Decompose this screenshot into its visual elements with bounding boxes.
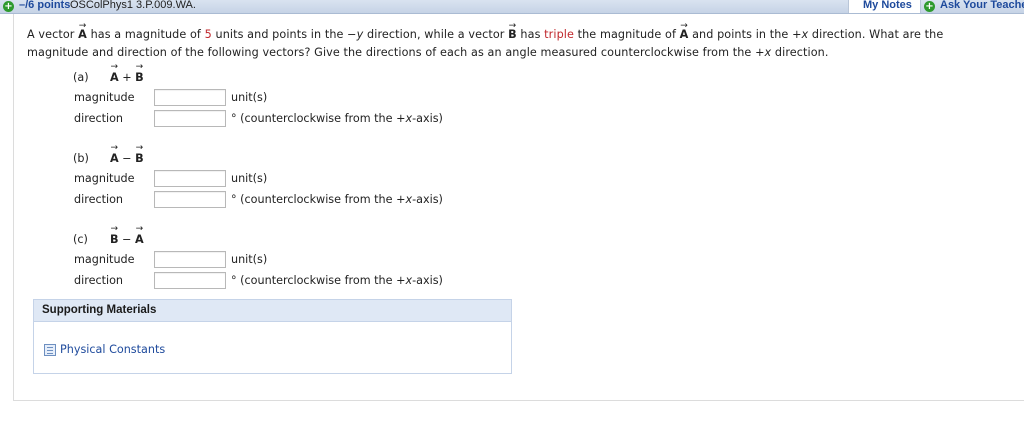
part-b-magnitude-label: magnitude [74,172,135,185]
part-c-direction-label: direction [74,274,124,287]
magnitude-value: 5 [204,28,212,41]
supporting-materials-header: Supporting Materials [33,299,512,322]
part-a-direction-input[interactable] [154,110,226,127]
part-a-direction-unit: ° (counterclockwise from the +x-axis) [231,112,443,125]
document-icon [44,344,56,356]
supporting-materials-title: Supporting Materials [42,304,157,316]
vector-a: A [78,26,87,44]
vector-b: B [508,26,517,44]
physical-constants-link[interactable]: Physical Constants [60,343,165,356]
triple-word: triple [544,28,574,41]
part-a-magnitude-label: magnitude [74,91,135,104]
part-c-magnitude-label: magnitude [74,253,135,266]
ask-teacher-plus-icon[interactable]: + [924,1,935,12]
part-c-direction-unit: ° (counterclockwise from the +x-axis) [231,274,443,287]
part-c-magnitude-unit: unit(s) [231,253,268,266]
part-a-direction-label: direction [74,112,124,125]
part-b-magnitude-unit: unit(s) [231,172,268,185]
part-b-direction-unit: ° (counterclockwise from the +x-axis) [231,193,443,206]
part-c-magnitude-input[interactable] [154,251,226,268]
expand-plus-icon[interactable]: + [3,1,14,12]
part-a-magnitude-unit: unit(s) [231,91,268,104]
part-b-direction-label: direction [74,193,124,206]
points-label: –/6 points [19,0,71,11]
part-c-direction-input[interactable] [154,272,226,289]
part-a-expression: A + B [110,71,144,84]
part-c-label: (c) [73,233,88,246]
part-b-label: (b) [73,152,89,165]
ask-teacher-link[interactable]: Ask Your Teache [940,0,1024,11]
part-c-expression: B − A [110,233,144,246]
problem-id: OSColPhys1 3.P.009.WA. [70,0,196,11]
my-notes-link[interactable]: My Notes [863,0,912,11]
part-b-expression: A − B [110,152,144,165]
part-a-magnitude-input[interactable] [154,89,226,106]
question-text: A vector A has a magnitude of 5 units an… [27,26,1007,62]
part-b-magnitude-input[interactable] [154,170,226,187]
part-b-direction-input[interactable] [154,191,226,208]
part-a-label: (a) [73,71,89,84]
